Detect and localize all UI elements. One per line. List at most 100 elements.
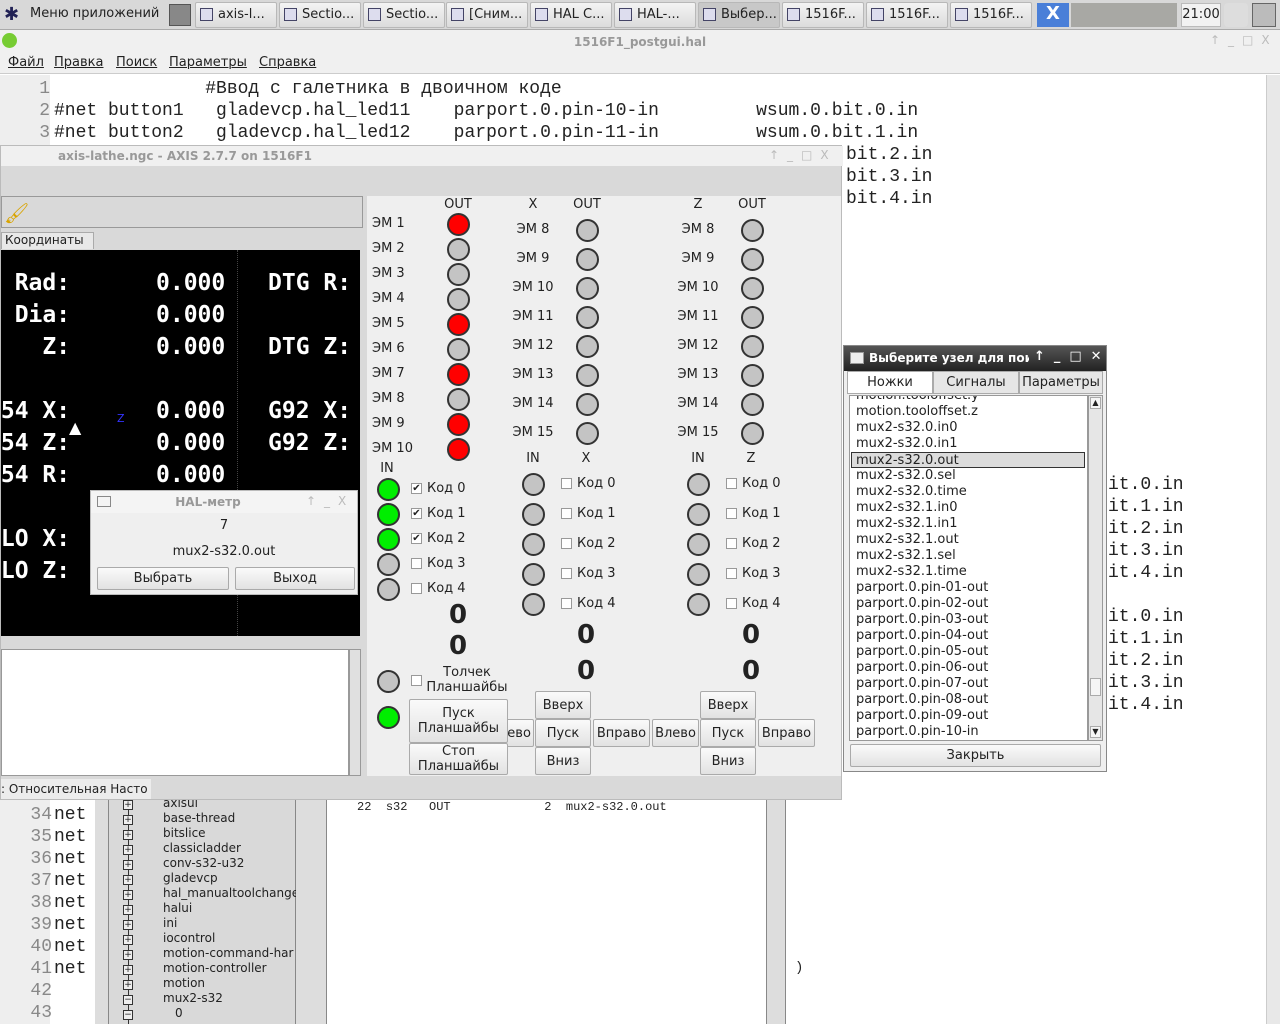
pin-list-item[interactable]: parport.0.pin-03-out	[856, 612, 988, 628]
tree-node[interactable]: hal_manualtoolchange	[163, 886, 299, 901]
tree-node[interactable]: motion-controller	[163, 961, 267, 976]
tab-0[interactable]: Ножки	[847, 371, 933, 394]
pin-list-item[interactable]: parport.0.pin-01-out	[856, 580, 988, 596]
pin-list-item[interactable]: mux2-s32.0.out	[851, 452, 1085, 468]
pin-list-item[interactable]: motion.tooloffset.z	[856, 404, 978, 420]
left-button[interactable]: Влево	[652, 719, 699, 747]
taskbar-item[interactable]: 1516F...	[866, 2, 948, 28]
code-checkbox[interactable]	[561, 538, 572, 549]
tab-1[interactable]: Сигналы	[933, 371, 1019, 394]
taskbar-item[interactable]: Sectio...	[363, 2, 445, 28]
code-checkbox[interactable]: ✔	[411, 508, 422, 519]
code-checkbox[interactable]	[411, 558, 422, 569]
taskbar-item[interactable]: HAL-...	[614, 2, 696, 28]
expand-toggle[interactable]: +	[123, 905, 133, 915]
pin-list-item[interactable]: mux2-s32.1.out	[856, 532, 959, 548]
window-controls[interactable]: ↑_□✕	[1034, 349, 1111, 364]
code-checkbox[interactable]	[561, 598, 572, 609]
pin-list-item[interactable]: parport.0.pin-04-out	[856, 628, 988, 644]
stop-faceplate-button[interactable]: Стоп Планшайбы	[409, 743, 508, 775]
pin-list-item[interactable]: parport.0.pin-08-out	[856, 692, 988, 708]
window-controls[interactable]: ↑_□X	[769, 148, 837, 162]
expand-toggle[interactable]: +	[123, 935, 133, 945]
tree-node[interactable]: halui	[163, 901, 192, 916]
clear-brush-icon[interactable]: 🖌	[4, 201, 29, 225]
expand-toggle[interactable]: +	[123, 800, 133, 810]
up-button[interactable]: Вверх	[700, 691, 756, 719]
menu-2[interactable]: Поиск	[116, 55, 157, 70]
select-button[interactable]: Выбрать	[97, 567, 229, 590]
window-controls[interactable]: ↑_□X	[1210, 33, 1278, 47]
code-checkbox[interactable]	[726, 568, 737, 579]
tree-node[interactable]: ini	[163, 916, 177, 931]
pin-list-item[interactable]: mux2-s32.1.sel	[856, 548, 956, 564]
menu-3[interactable]: Параметры	[169, 55, 247, 70]
editor-scrollbar[interactable]	[1266, 75, 1280, 1024]
taskbar-item[interactable]: [Сним...	[446, 2, 528, 28]
pin-list-item[interactable]: mux2-s32.0.sel	[856, 468, 956, 484]
expand-toggle[interactable]: +	[123, 845, 133, 855]
pin-list-item[interactable]: mux2-s32.1.in1	[856, 516, 958, 532]
tree-node[interactable]: mux2-s32	[163, 991, 223, 1006]
pin-list-item[interactable]: parport.0.pin-02-out	[856, 596, 988, 612]
menu-1[interactable]: Правка	[54, 55, 103, 70]
pin-list-item[interactable]: parport.0.pin-07-out	[856, 676, 988, 692]
tree-node[interactable]: motion-command-har	[163, 946, 293, 961]
menu-4[interactable]: Справка	[259, 55, 316, 70]
pin-list-item[interactable]: parport.0.pin-09-out	[856, 708, 988, 724]
taskbar-item[interactable]: axis-l...	[195, 2, 277, 28]
exit-button[interactable]: Выход	[235, 567, 355, 590]
pin-list-item[interactable]: parport.0.pin-10-in	[856, 724, 979, 740]
taskbar-item[interactable]: 1516F...	[782, 2, 864, 28]
tree-node[interactable]: motion	[163, 976, 205, 991]
pin-list-item[interactable]: parport.0.pin-05-out	[856, 644, 988, 660]
code-checkbox[interactable]	[726, 538, 737, 549]
code-checkbox[interactable]	[561, 568, 572, 579]
pin-list-item[interactable]: mux2-s32.0.in1	[856, 436, 958, 452]
app-menu-icon[interactable]: ✱	[4, 4, 26, 26]
tree-node[interactable]: base-thread	[163, 811, 235, 826]
taskbar-item[interactable]: HAL C...	[530, 2, 612, 28]
down-button[interactable]: Вниз	[535, 747, 591, 775]
start-faceplate-button[interactable]: Пуск Планшайбы	[409, 699, 508, 743]
expand-toggle[interactable]: +	[123, 980, 133, 990]
code-checkbox[interactable]: ✔	[411, 533, 422, 544]
pin-list-item[interactable]: mux2-s32.1.in0	[856, 500, 958, 516]
expand-toggle[interactable]: +	[123, 815, 133, 825]
up-button[interactable]: Вверх	[535, 691, 591, 719]
pin-list-item[interactable]: mux2-s32.0.time	[856, 484, 967, 500]
expand-toggle[interactable]: +	[123, 890, 133, 900]
workspace-switcher[interactable]	[1071, 3, 1177, 27]
expand-toggle[interactable]: −	[123, 995, 133, 1005]
code-checkbox[interactable]	[411, 583, 422, 594]
pin-list-item[interactable]: mux2-s32.1.time	[856, 564, 967, 580]
code-checkbox[interactable]	[726, 508, 737, 519]
tree-node[interactable]: gladevcp	[163, 871, 218, 886]
workspace-1[interactable]: X	[1037, 3, 1069, 27]
taskbar-item[interactable]: Выбер...	[698, 2, 780, 28]
down-button[interactable]: Вниз	[700, 747, 756, 775]
expand-toggle[interactable]: +	[123, 860, 133, 870]
expand-toggle[interactable]: +	[123, 875, 133, 885]
window-controls[interactable]: ↑_X	[306, 494, 354, 508]
pin-list-item[interactable]: parport.0.pin-06-out	[856, 660, 988, 676]
right-button[interactable]: Вправо	[593, 719, 650, 747]
gcode-scrollbar[interactable]	[349, 649, 361, 776]
code-checkbox[interactable]	[726, 598, 737, 609]
tree-node[interactable]: conv-s32-u32	[163, 856, 244, 871]
tab-2[interactable]: Параметры	[1019, 371, 1103, 394]
expand-toggle[interactable]: +	[123, 920, 133, 930]
network-icon[interactable]	[1224, 3, 1248, 27]
expand-toggle[interactable]: +	[123, 965, 133, 975]
go-button[interactable]: Пуск	[535, 719, 591, 747]
tree-node[interactable]: bitslice	[163, 826, 206, 841]
tree-node[interactable]: iocontrol	[163, 931, 215, 946]
code-checkbox[interactable]: ✔	[411, 483, 422, 494]
menu-0[interactable]: Файл	[8, 55, 44, 70]
close-button[interactable]: Закрыть	[850, 744, 1101, 767]
expand-toggle[interactable]: +	[123, 950, 133, 960]
table-scrollbar[interactable]	[766, 800, 786, 1024]
expand-toggle[interactable]: −	[123, 1010, 133, 1020]
taskbar-item[interactable]: 1516F...	[950, 2, 1032, 28]
tree-node[interactable]: 0	[175, 1006, 183, 1021]
